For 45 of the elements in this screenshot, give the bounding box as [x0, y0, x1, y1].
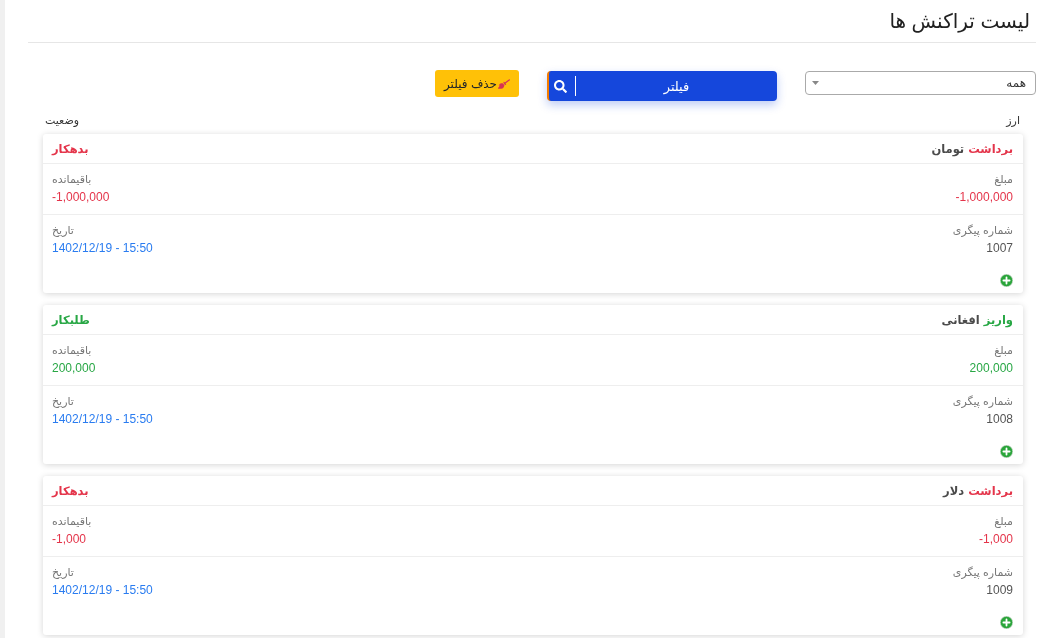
- tracking-number-value: 1008: [986, 412, 1013, 427]
- date-time-label: تاریخ: [52, 223, 74, 237]
- amount-value: 200,000: [969, 361, 1013, 376]
- plus-icon[interactable]: [1000, 274, 1013, 287]
- tracking-number-label: شماره پیگری: [952, 394, 1013, 408]
- date-time-value: 1402/12/19 - 15:50: [52, 241, 153, 256]
- currency-name: تومان: [931, 141, 965, 156]
- transaction-type: واریز: [983, 312, 1013, 327]
- transaction-type: برداشت: [968, 483, 1013, 498]
- amount-label: مبلغ: [994, 514, 1013, 528]
- transaction-type: برداشت: [968, 141, 1013, 156]
- tracking-number-label: شماره پیگری: [952, 565, 1013, 579]
- balance-label: باقیمانده: [52, 514, 92, 528]
- column-header: ارز: [1006, 113, 1020, 127]
- amount-label: مبلغ: [994, 172, 1013, 186]
- filter-button[interactable]: فیلتر: [547, 71, 777, 101]
- date-time-value: 1402/12/19 - 15:50: [52, 412, 153, 427]
- account-status: بدهکار: [52, 483, 89, 498]
- amount-value: -1,000: [978, 532, 1013, 547]
- amount-label: مبلغ: [994, 343, 1013, 357]
- caret-icon: [812, 81, 819, 85]
- date-time-label: تاریخ: [52, 565, 74, 579]
- search-icon: [554, 79, 567, 93]
- balance-label: باقیمانده: [52, 343, 92, 357]
- clear-filter-button[interactable]: حذف فیلتر: [435, 70, 519, 97]
- page-title: لیست تراکنش ها: [889, 9, 1030, 33]
- column-header: وضعیت: [45, 113, 80, 127]
- balance-value: 200,000: [52, 361, 96, 376]
- balance-value: -1,000,000: [52, 190, 110, 205]
- balance-label: باقیمانده: [52, 172, 92, 186]
- tracking-number-value: 1007: [986, 241, 1013, 256]
- account-status: بدهکار: [52, 141, 89, 156]
- broom-icon: [498, 77, 511, 90]
- account-status: طلبکار: [52, 312, 90, 327]
- currency-name: دلار: [943, 483, 965, 498]
- status-select[interactable]: همه: [805, 71, 1036, 95]
- amount-value: -1,000,000: [955, 190, 1013, 205]
- date-time-label: تاریخ: [52, 394, 74, 408]
- plus-icon[interactable]: [1000, 445, 1013, 458]
- tracking-number-label: شماره پیگری: [952, 223, 1013, 237]
- balance-value: -1,000: [52, 532, 87, 547]
- date-time-value: 1402/12/19 - 15:50: [52, 583, 153, 598]
- tracking-number-value: 1009: [986, 583, 1013, 598]
- plus-icon[interactable]: [1000, 616, 1013, 629]
- currency-name: افغانی: [941, 312, 980, 327]
